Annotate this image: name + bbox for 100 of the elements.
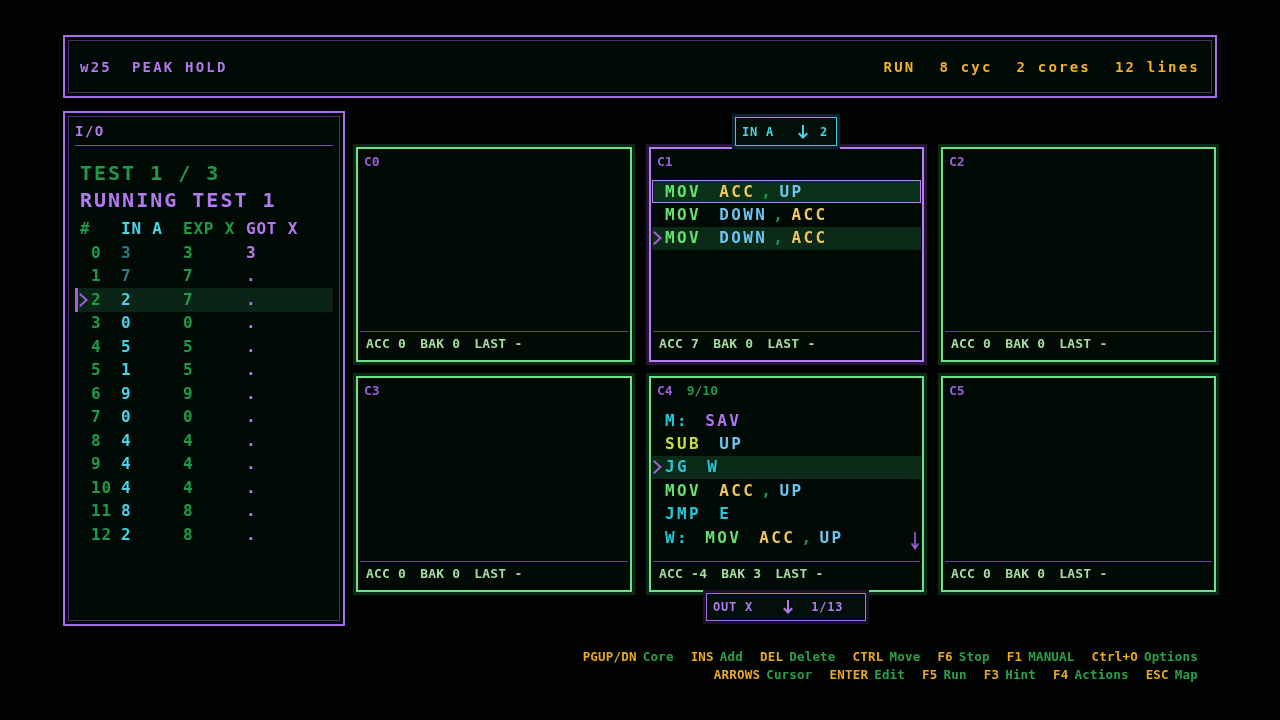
table-cell-text: 0 xyxy=(90,242,103,263)
table-cell-text: . xyxy=(246,454,258,475)
core-title: C0 xyxy=(364,154,380,170)
code-line[interactable]: MOV DOWN , ACC xyxy=(665,205,828,226)
column-header: IN A xyxy=(121,219,164,239)
table-cell-text: 2 xyxy=(90,289,103,310)
table-cell-text: . xyxy=(246,430,258,451)
selected-row-highlight[interactable]: 2 2 7 . xyxy=(75,288,333,312)
table-cell-text: 0 xyxy=(183,407,195,428)
cursor-chevron-icon xyxy=(653,460,662,475)
shortcut-label: Edit xyxy=(874,666,906,684)
register-readout: BAK 0 xyxy=(1005,336,1046,352)
cursor-chevron-icon xyxy=(79,292,88,307)
core-panel[interactable]: C2 ACC 0 BAK 0 LAST - xyxy=(941,147,1216,362)
register-readout: ACC 0 xyxy=(366,336,407,352)
table-cell-text: 4 xyxy=(183,430,195,451)
shortcut-key: ARROWS xyxy=(713,666,761,684)
shortcut-key: Ctrl+O xyxy=(1091,648,1138,666)
shortcut-key: F6 xyxy=(937,648,953,666)
code-line[interactable]: JMP E xyxy=(665,504,732,525)
register-readout: ACC 7 xyxy=(659,336,700,352)
shortcut-key: F3 xyxy=(983,666,1000,684)
table-cell-text: . xyxy=(246,289,258,310)
register-readout: ACC -4 xyxy=(659,566,708,582)
core-title: C3 xyxy=(364,383,380,399)
table-cell-text: 2 xyxy=(121,289,133,310)
down-arrow-icon xyxy=(783,600,794,614)
shortcut-key: F4 xyxy=(1053,666,1069,684)
table-cell-text: 8 xyxy=(90,430,103,451)
core-title: C1 xyxy=(657,154,673,170)
line-count: 9/10 xyxy=(686,383,718,399)
port-value: 1/13 xyxy=(811,599,844,615)
table-cell-text: 7 xyxy=(90,407,103,428)
table-cell-text: 4 xyxy=(90,336,103,357)
table-cell-text: 0 xyxy=(121,313,133,334)
shortcut-label: Stop xyxy=(958,648,990,666)
register-readout: ACC 0 xyxy=(366,566,407,582)
shortcut-label: Add xyxy=(719,648,743,666)
table-cell-text: 1 xyxy=(121,360,133,381)
table-cell-text: 2 xyxy=(121,524,133,545)
table-cell-text: 12 xyxy=(90,524,113,545)
core-panel[interactable]: C5 ACC 0 BAK 0 LAST - xyxy=(941,376,1216,592)
register-readout: LAST - xyxy=(474,336,523,352)
register-readout: LAST - xyxy=(775,566,824,582)
shortcut-key: F5 xyxy=(922,666,938,684)
stat-readout: 8 cyc xyxy=(939,57,993,77)
register-readout: LAST - xyxy=(474,566,523,582)
code-line[interactable]: M: SAV xyxy=(665,410,742,431)
table-cell-text: . xyxy=(246,313,258,334)
table-cell-text: 8 xyxy=(183,524,195,545)
table-cell-text: 8 xyxy=(121,501,133,522)
code-line[interactable]: SUB UP xyxy=(665,434,744,455)
core-panel[interactable]: C3 ACC 0 BAK 0 LAST - xyxy=(356,376,632,592)
table-cell-text: 0 xyxy=(183,313,195,334)
table-cell-text: 3 xyxy=(121,242,133,263)
table-cell-text: 4 xyxy=(183,477,195,498)
puzzle-id: w25 xyxy=(80,57,112,77)
register-readout: BAK 0 xyxy=(420,566,461,582)
register-readout: LAST - xyxy=(1059,336,1108,352)
table-cell-text: . xyxy=(246,336,258,357)
stat-readout: 2 cores xyxy=(1016,57,1091,77)
table-cell-text: . xyxy=(246,360,258,381)
code-line[interactable]: W: MOV ACC , UP xyxy=(665,527,844,548)
port-label: IN A xyxy=(742,123,775,140)
shortcut-label: Move xyxy=(889,648,921,666)
table-cell-text: 5 xyxy=(183,360,195,381)
stat-readout: 12 lines xyxy=(1114,57,1200,77)
register-readout: ACC 0 xyxy=(951,336,992,352)
table-cell-text: 7 xyxy=(183,289,195,310)
table-cell-text: 8 xyxy=(183,501,195,522)
code-line[interactable]: JG W xyxy=(665,457,720,478)
shortcut-label: Core xyxy=(642,648,674,666)
code-line[interactable]: MOV ACC , UP xyxy=(665,181,804,202)
shortcut-label: Cursor xyxy=(766,666,813,684)
shortcut-key: ENTER xyxy=(829,666,869,684)
table-cell-text: 3 xyxy=(183,242,195,263)
shortcut-key: CTRL xyxy=(852,648,884,666)
table-cell-text: . xyxy=(246,524,258,545)
cursor-chevron-icon xyxy=(653,231,662,246)
table-cell-text: 7 xyxy=(121,266,133,287)
table-cell-text: 4 xyxy=(183,454,195,475)
table-cell-text: 4 xyxy=(121,430,133,451)
code-line[interactable]: MOV ACC , UP xyxy=(665,480,804,501)
shortcut-label: Options xyxy=(1143,648,1198,666)
table-cell-text: 9 xyxy=(121,383,133,404)
shortcut-label: Actions xyxy=(1074,666,1129,684)
puzzle-title: PEAK HOLD xyxy=(131,57,228,77)
column-header: GOT X xyxy=(246,219,300,239)
register-readout: BAK 0 xyxy=(713,336,754,352)
core-panel[interactable]: C0 ACC 0 BAK 0 LAST - xyxy=(356,147,632,362)
table-cell-text: 11 xyxy=(90,501,113,522)
table-cell-text: 3 xyxy=(246,242,258,263)
column-header: EXP X xyxy=(183,219,237,239)
port-value: 2 xyxy=(820,123,829,140)
shortcut-key: DEL xyxy=(760,648,784,666)
shortcut-key: PGUP/DN xyxy=(582,648,637,666)
core-title: C2 xyxy=(949,154,965,170)
table-cell-text: 5 xyxy=(183,336,195,357)
code-line[interactable]: MOV DOWN , ACC xyxy=(665,228,828,249)
shortcut-key: INS xyxy=(690,648,714,666)
